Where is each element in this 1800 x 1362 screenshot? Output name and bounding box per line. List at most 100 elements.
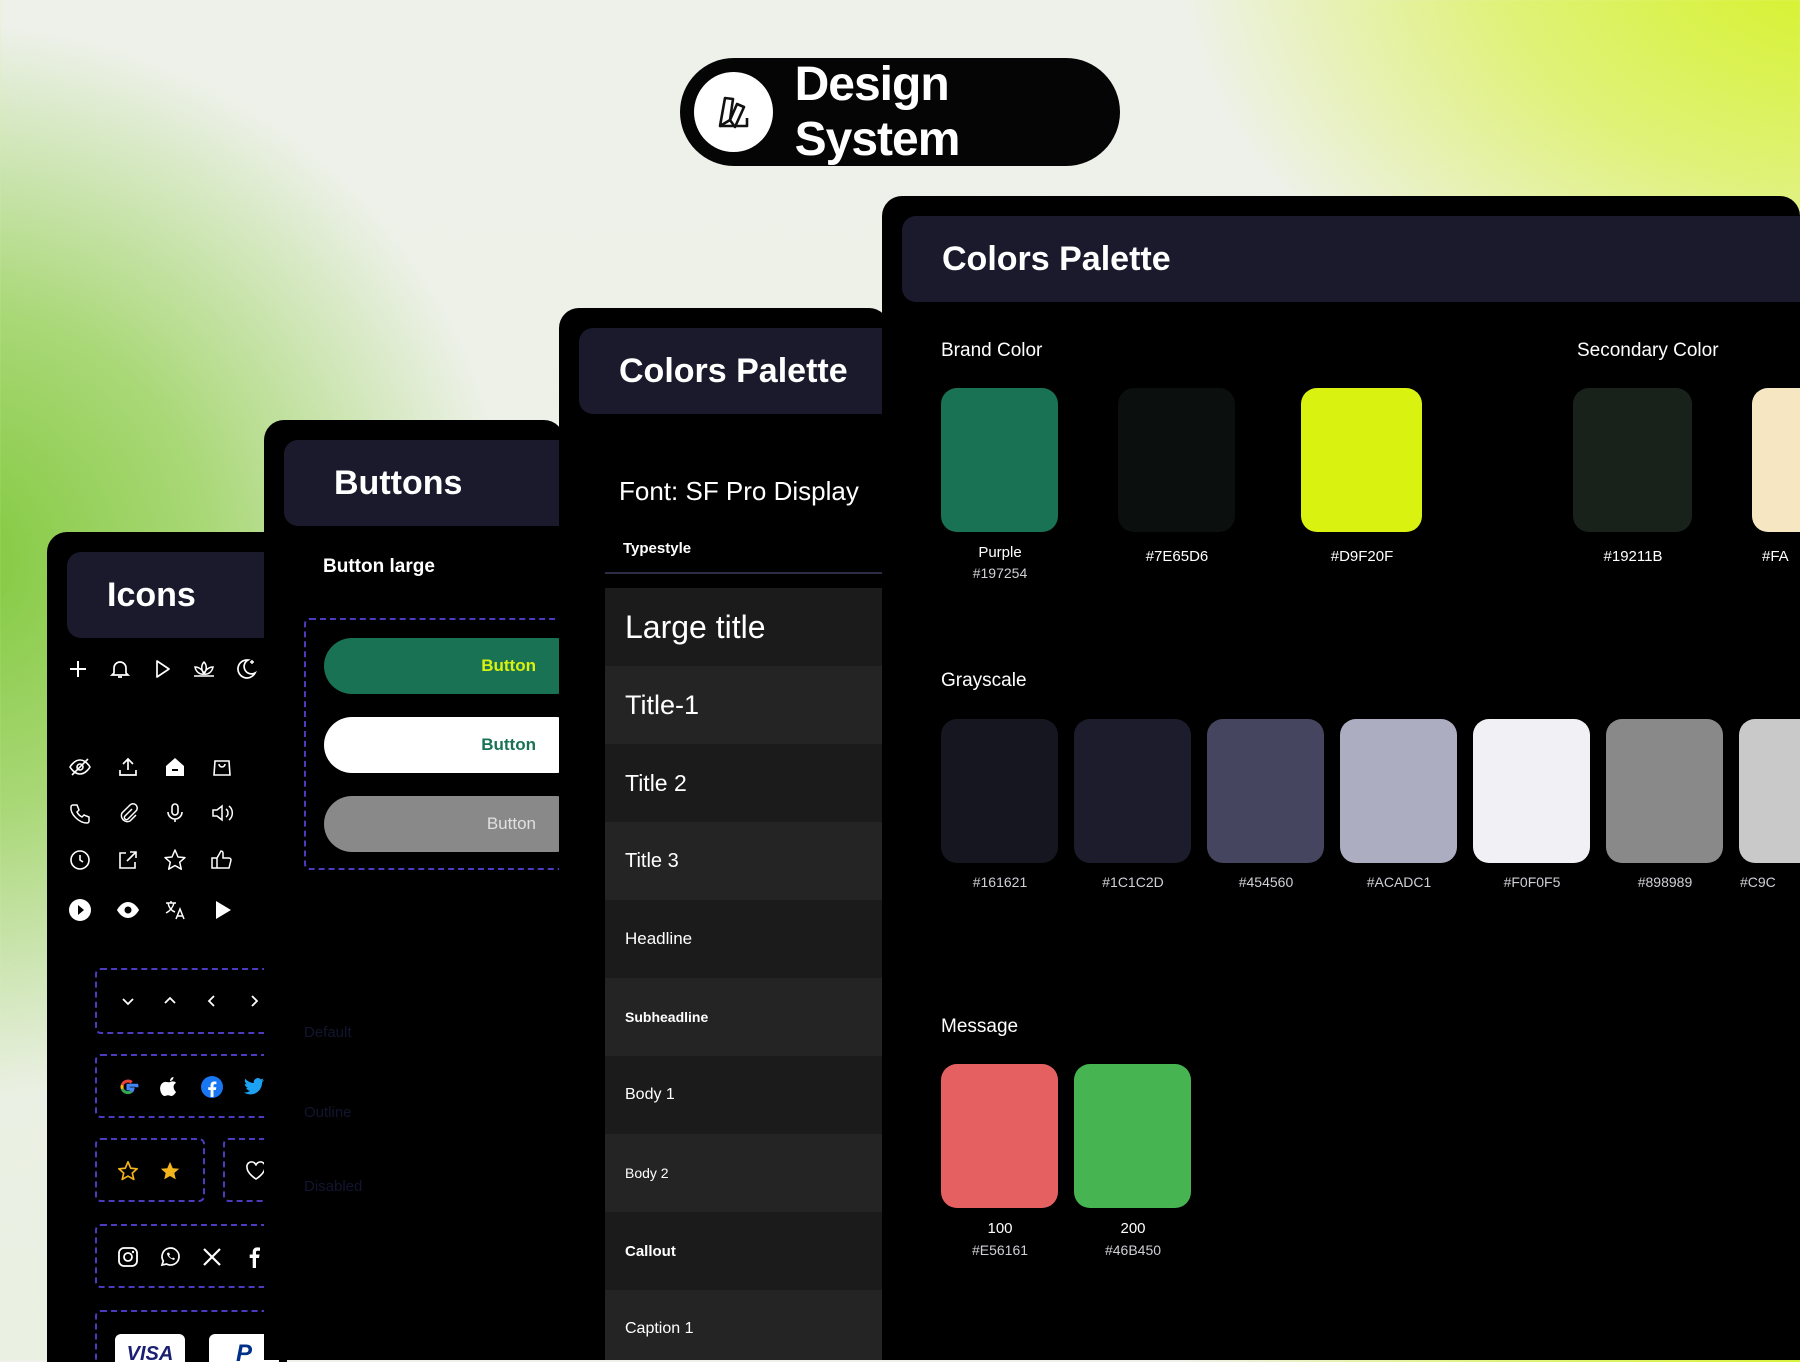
secondary-swatch-2-hex: #FA xyxy=(1762,548,1789,565)
outline-button[interactable]: Button xyxy=(324,717,564,773)
primary-button[interactable]: Button xyxy=(324,638,564,694)
page-title: Design System xyxy=(794,58,961,166)
outline-label: Outline xyxy=(304,1104,352,1121)
grayscale-swatch-1[interactable] xyxy=(941,719,1058,863)
plus-icon xyxy=(63,654,93,684)
color-swatch-icon xyxy=(694,72,773,152)
brand-color-label: Brand Color xyxy=(941,340,1043,361)
star-filled-icon[interactable] xyxy=(155,1156,185,1186)
brand-swatch-1-hex: #197254 xyxy=(972,565,1028,581)
chevron-down-icon[interactable] xyxy=(113,986,143,1016)
translate-icon xyxy=(160,895,190,925)
brand-swatch-3[interactable] xyxy=(1301,388,1422,532)
type-row-large-title: Large title xyxy=(605,588,889,666)
message-swatch-200-hex: #46B450 xyxy=(1104,1242,1162,1258)
grayscale-swatch-3[interactable] xyxy=(1207,719,1324,863)
lotus-icon xyxy=(189,654,219,684)
chevron-up-icon[interactable] xyxy=(155,986,185,1016)
type-row-title-3: Title 3 xyxy=(605,822,889,900)
type-row-title-2: Title 2 xyxy=(605,744,889,822)
brand-swatch-1[interactable] xyxy=(941,388,1058,532)
play-outline-icon xyxy=(147,654,177,684)
grayscale-swatch-2[interactable] xyxy=(1074,719,1191,863)
bag-icon xyxy=(207,752,237,782)
buttons-card-title: Buttons xyxy=(284,440,564,526)
typography-card: Colors Palette Font: SF Pro Display Type… xyxy=(559,308,889,1360)
brand-swatch-1-name: Purple xyxy=(978,544,1022,561)
typestyle-header: Typestyle xyxy=(623,540,692,557)
colors-card-title: Colors Palette xyxy=(902,216,1800,302)
secondary-color-label: Secondary Color xyxy=(1577,340,1719,361)
type-row-title-1: Title-1 xyxy=(605,666,889,744)
moon-star-icon xyxy=(231,654,261,684)
message-swatch-200-name: 200 xyxy=(1120,1220,1146,1237)
upload-icon xyxy=(113,752,143,782)
paperclip-icon xyxy=(113,798,143,828)
grayscale-label: Grayscale xyxy=(941,670,1027,691)
disabled-button[interactable]: Button xyxy=(324,796,564,852)
button-large-label: Button large xyxy=(323,556,435,577)
icons-card-title: Icons xyxy=(67,552,287,638)
type-row-callout: Callout xyxy=(605,1212,889,1290)
external-link-icon xyxy=(113,845,143,875)
grayscale-swatch-4-hex: #ACADC1 xyxy=(1366,874,1432,890)
grayscale-swatch-2-hex: #1C1C2D xyxy=(1102,874,1164,890)
grayscale-swatch-6-hex: #898989 xyxy=(1637,874,1693,890)
whatsapp-icon xyxy=(155,1242,185,1272)
grayscale-swatch-5[interactable] xyxy=(1473,719,1590,863)
typestyle-divider xyxy=(605,572,889,574)
grayscale-swatch-5-hex: #F0F0F5 xyxy=(1503,874,1561,890)
disabled-label: Disabled xyxy=(304,1178,363,1195)
grayscale-swatch-1-hex: #161621 xyxy=(972,874,1028,890)
grayscale-swatch-7-hex: #C9C xyxy=(1740,874,1776,890)
brand-swatch-2-hex: #7E65D6 xyxy=(1145,548,1209,565)
type-row-caption-1: Caption 1 xyxy=(605,1290,889,1360)
message-swatch-200[interactable] xyxy=(1074,1064,1191,1208)
visa-logo: VISA xyxy=(115,1334,185,1362)
message-swatch-100-name: 100 xyxy=(987,1220,1013,1237)
phone-icon xyxy=(65,798,95,828)
facebook-icon xyxy=(197,1072,227,1102)
grayscale-swatch-7[interactable] xyxy=(1739,719,1800,863)
message-swatch-100-hex: #E56161 xyxy=(971,1242,1029,1258)
x-icon xyxy=(197,1242,227,1272)
star-outline-icon[interactable] xyxy=(113,1156,143,1186)
home-filled-icon xyxy=(160,752,190,782)
bell-icon xyxy=(105,654,135,684)
font-label: Font: SF Pro Display xyxy=(619,476,859,506)
play-circle-icon xyxy=(65,895,95,925)
typography-card-title: Colors Palette xyxy=(579,328,889,414)
play-filled-icon xyxy=(207,895,237,925)
buttons-card: Buttons Button large Button Button Butto… xyxy=(264,420,564,1360)
apple-icon xyxy=(155,1072,185,1102)
eye-icon xyxy=(113,895,143,925)
message-swatch-100[interactable] xyxy=(941,1064,1058,1208)
grayscale-swatch-6[interactable] xyxy=(1606,719,1723,863)
chevron-left-icon[interactable] xyxy=(197,986,227,1016)
google-icon xyxy=(113,1072,143,1102)
instagram-icon xyxy=(113,1242,143,1272)
eye-off-icon xyxy=(65,752,95,782)
grayscale-swatch-4[interactable] xyxy=(1340,719,1457,863)
type-row-headline: Headline xyxy=(605,900,889,978)
secondary-swatch-1[interactable] xyxy=(1573,388,1692,532)
default-label: Default xyxy=(304,1024,352,1041)
icons-card: Icons VISA P xyxy=(47,532,287,1362)
brand-swatch-2[interactable] xyxy=(1118,388,1235,532)
type-row-body-1: Body 1 xyxy=(605,1056,889,1134)
secondary-swatch-1-hex: #19211B xyxy=(1603,548,1663,565)
clock-icon xyxy=(65,845,95,875)
rating-group xyxy=(95,1138,205,1202)
design-system-badge: Design System xyxy=(680,58,1120,166)
microphone-icon xyxy=(160,798,190,828)
colors-palette-card: Colors Palette Brand Color Secondary Col… xyxy=(882,196,1800,1360)
speaker-icon xyxy=(207,798,237,828)
type-row-subheadline: Subheadline xyxy=(605,978,889,1056)
secondary-swatch-2[interactable] xyxy=(1752,388,1800,532)
grayscale-swatch-3-hex: #454560 xyxy=(1238,874,1294,890)
star-outline-icon xyxy=(160,845,190,875)
thumbs-up-icon xyxy=(207,845,237,875)
type-row-body-2: Body 2 xyxy=(605,1134,889,1212)
message-label: Message xyxy=(941,1016,1019,1037)
brand-swatch-3-hex: #D9F20F xyxy=(1330,548,1394,565)
